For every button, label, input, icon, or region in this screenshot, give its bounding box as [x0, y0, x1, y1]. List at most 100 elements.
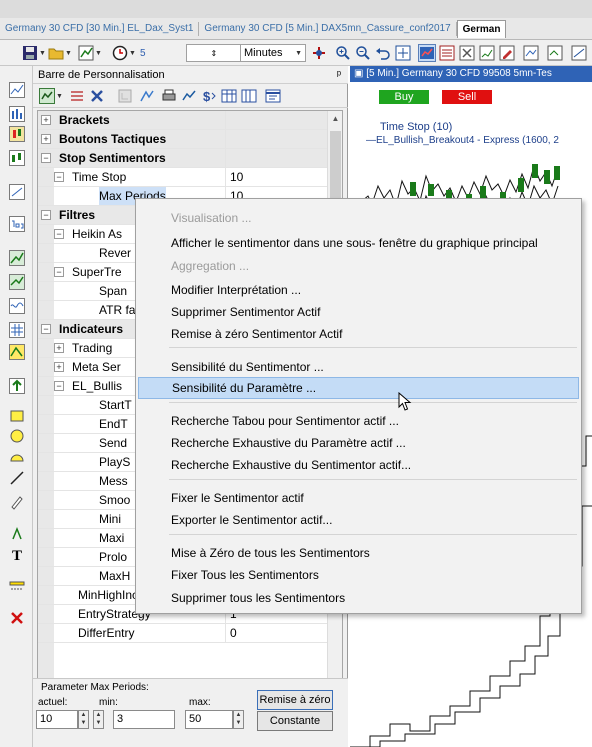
chevron-down-icon[interactable]: ▼ [56, 93, 63, 100]
heikin-tool[interactable] [9, 150, 25, 166]
ellipse-tool[interactable] [9, 428, 25, 444]
property-value[interactable] [225, 149, 328, 167]
wave-tool[interactable] [9, 298, 25, 314]
fit-view-button[interactable] [394, 44, 412, 62]
property-value[interactable]: 0 [225, 624, 328, 642]
property-category[interactable]: + Brackets [38, 111, 328, 130]
trend-line-tool[interactable] [9, 250, 25, 266]
collapse-icon[interactable]: − [54, 381, 64, 391]
property-value[interactable] [225, 130, 328, 148]
collapse-icon[interactable]: − [41, 210, 51, 220]
context-menu-item[interactable]: Exporter le Sentimentor actif... [138, 509, 579, 531]
chevron-down-icon[interactable]: ▼ [295, 50, 302, 57]
property-value[interactable]: 10 [225, 168, 328, 186]
money-button[interactable]: $ [201, 87, 217, 105]
context-menu-item[interactable]: Recherche Exhaustive du Paramètre actif … [138, 432, 579, 454]
interpretation-button[interactable] [139, 87, 155, 105]
context-menu-item[interactable]: Recherche Tabou pour Sentimentor actif .… [138, 410, 579, 432]
context-menu-item[interactable]: Mise à Zéro de tous les Sentimentors [138, 542, 579, 564]
compare-button[interactable] [546, 44, 564, 62]
property-row[interactable]: − Time Stop 10 [38, 168, 328, 187]
candle-chart-tool[interactable] [9, 126, 25, 142]
pin-icon[interactable]: ᵖ [337, 66, 341, 84]
undo-button[interactable] [374, 44, 392, 62]
context-menu-item[interactable]: Sensibilité du Paramètre ... [138, 377, 579, 399]
interval-spinner[interactable]: ⇕ [186, 44, 242, 62]
crosshair-tool[interactable] [9, 526, 25, 542]
expand-icon[interactable]: + [41, 134, 51, 144]
collapse-icon[interactable]: − [41, 153, 51, 163]
max-spin-icon[interactable]: ▲ ▼ [233, 710, 244, 729]
grid-tool[interactable] [9, 322, 25, 338]
more-tools-button[interactable] [570, 44, 588, 62]
collapse-icon[interactable]: − [54, 267, 64, 277]
drawing-tool-1[interactable] [9, 184, 25, 200]
rectangle-tool[interactable] [9, 408, 25, 424]
save-button[interactable]: ▼ [22, 44, 46, 62]
context-menu-item[interactable]: Fixer le Sentimentor actif [138, 487, 579, 509]
arc-tool[interactable] [9, 448, 25, 464]
actuel-field[interactable]: 10 [36, 710, 78, 729]
scroll-up-icon[interactable]: ▲ [328, 111, 342, 126]
print-button[interactable] [161, 87, 177, 105]
property-value[interactable] [225, 111, 328, 129]
zoom-out-button[interactable] [354, 44, 372, 62]
property-category[interactable]: + Boutons Tactiques [38, 130, 328, 149]
context-menu-item[interactable]: Modifier Interprétation ... [138, 279, 579, 301]
delete-button[interactable] [89, 87, 105, 105]
context-menu-item[interactable]: Supprimer Sentimentor Actif [138, 301, 579, 323]
context-menu-item[interactable]: Afficher le sentimentor dans une sous- f… [138, 232, 579, 254]
bar-chart-tool[interactable] [9, 106, 25, 122]
expand-icon[interactable]: + [41, 115, 51, 125]
list-button[interactable] [69, 87, 85, 105]
columns-button[interactable] [241, 87, 257, 105]
line-tool[interactable] [9, 470, 25, 486]
reset-button[interactable]: Remise à zéro [257, 690, 333, 710]
chevron-down-icon[interactable]: ▼ [129, 50, 136, 57]
constant-button[interactable]: Constante [257, 711, 333, 731]
expand-icon[interactable]: + [54, 343, 64, 353]
clock-button[interactable]: ▼ [112, 44, 136, 62]
table-button[interactable] [221, 87, 237, 105]
interval-unit-select[interactable]: Minutes ▼ [240, 44, 306, 62]
pen-tool[interactable] [9, 494, 25, 510]
expand-icon[interactable]: + [54, 362, 64, 372]
sell-button[interactable]: Sell [442, 90, 492, 104]
chevron-down-icon[interactable]: ▼ [65, 50, 72, 57]
property-category[interactable]: − Stop Sentimentors [38, 149, 328, 168]
fibonacci-tool[interactable] [9, 344, 25, 360]
min-spin-icon[interactable]: ▲ ▼ [93, 710, 104, 729]
collapse-icon[interactable]: − [41, 324, 51, 334]
chart-type-button[interactable]: ▼ [78, 44, 102, 62]
tab-active-germany[interactable]: German [456, 19, 507, 38]
chevron-down-icon[interactable]: ▼ [95, 50, 102, 57]
log-scale-tool[interactable] [9, 216, 25, 232]
context-menu-item[interactable]: Fixer Tous les Sentimentors [138, 564, 579, 586]
arrow-up-tool[interactable] [9, 378, 25, 394]
chevron-down-icon[interactable]: ▼ [39, 50, 46, 57]
max-field[interactable]: 50 [185, 710, 233, 729]
tab-dax-30min[interactable]: Germany 30 CFD [30 Min.] EL_Dax_Syst1 [0, 21, 200, 36]
settings-panel-button[interactable] [265, 87, 281, 105]
data-window-button[interactable] [438, 44, 456, 62]
actuel-spin-icon[interactable]: ▲ ▼ [78, 710, 89, 729]
context-menu-item[interactable]: Remise à zéro Sentimentor Actif [138, 323, 579, 345]
context-menu-item[interactable]: Supprimer tous les Sentimentors [138, 587, 579, 609]
open-folder-button[interactable]: ▼ [48, 44, 72, 62]
line-chart-tool[interactable] [9, 82, 25, 98]
delete-drawing-tool[interactable] [9, 610, 25, 626]
add-indicator-button[interactable] [310, 44, 328, 62]
context-menu-item[interactable]: Recherche Exhaustive du Sentimentor acti… [138, 454, 579, 476]
collapse-icon[interactable]: − [54, 229, 64, 239]
chart-view-toggle[interactable] [418, 44, 436, 62]
signal-button[interactable] [181, 87, 197, 105]
add-sentimentor-button[interactable]: ▼ [39, 87, 63, 105]
spinner-icon[interactable]: ⇕ [211, 49, 221, 58]
horizontal-line-tool[interactable] [9, 578, 25, 594]
zoom-in-button[interactable] [334, 44, 352, 62]
collapse-icon[interactable]: − [54, 172, 64, 182]
context-menu-item[interactable]: Sensibilité du Sentimentor ... [138, 356, 579, 378]
tab-dax-5min[interactable]: Germany 30 CFD [5 Min.] DAX5mn_Cassure_c… [199, 21, 457, 36]
min-field[interactable]: 3 [113, 710, 175, 729]
property-row[interactable]: DifferEntry 0 [38, 624, 328, 643]
